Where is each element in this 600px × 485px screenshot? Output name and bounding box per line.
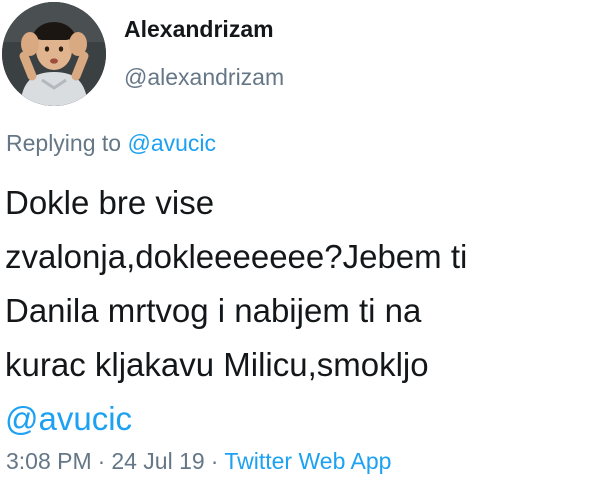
tweet-text-line: Dokle bre vise <box>5 184 215 221</box>
tweet-card: Alexandrizam @alexandrizam Replying to @… <box>0 0 600 485</box>
reply-mention-link[interactable]: @avucic <box>127 130 216 156</box>
author-handle[interactable]: @alexandrizam <box>124 64 284 91</box>
meta-separator: · <box>210 448 219 474</box>
author-display-name[interactable]: Alexandrizam <box>124 16 274 43</box>
tweet-mention-link[interactable]: @avucic <box>5 392 595 446</box>
child-photo-avatar-icon <box>2 2 106 106</box>
tweet-text-line: Danila mrtvog i nabijem ti na <box>5 292 422 329</box>
replying-to-line: Replying to @avucic <box>6 130 216 157</box>
tweet-text-line: zvalonja,dokleeeeeee?Jebem ti <box>5 238 468 275</box>
meta-separator: · <box>97 448 106 474</box>
tweet-text-line: kurac kljakavu Milicu,smokljo <box>5 346 429 383</box>
tweet-source-link[interactable]: Twitter Web App <box>224 448 391 474</box>
avatar[interactable] <box>2 2 106 106</box>
tweet-text: Dokle bre vise zvalonja,dokleeeeeee?Jebe… <box>5 176 595 446</box>
tweet-meta: 3:08 PM · 24 Jul 19 · Twitter Web App <box>6 448 391 475</box>
tweet-date[interactable]: 24 Jul 19 <box>111 448 204 474</box>
tweet-time[interactable]: 3:08 PM <box>6 448 92 474</box>
replying-to-label: Replying to <box>6 130 122 156</box>
